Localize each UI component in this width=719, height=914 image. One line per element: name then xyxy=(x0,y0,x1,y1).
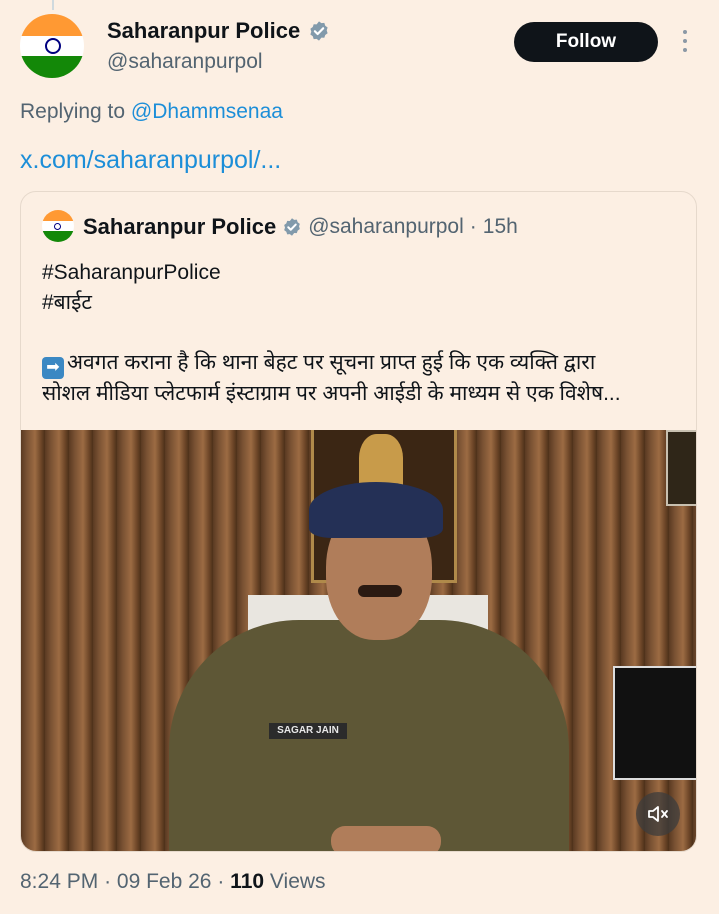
computer-monitor xyxy=(613,666,696,780)
officer-uniform xyxy=(169,620,569,851)
quote-header: Saharanpur Police @saharanpurpol · 15h xyxy=(83,214,518,240)
officer-hands xyxy=(331,826,441,851)
replying-to-link[interactable]: @Dhammsenaa xyxy=(131,100,283,123)
quote-separator: · xyxy=(469,215,477,238)
verified-badge-icon xyxy=(282,217,302,237)
quote-hashtag: #बाईट xyxy=(42,291,93,314)
quote-hashtag: #SaharanpurPolice xyxy=(42,261,221,284)
volume-mute-icon[interactable] xyxy=(636,792,680,836)
quote-author-avatar xyxy=(42,210,74,242)
right-arrow-emoji-icon: ➡ xyxy=(42,357,64,379)
views-count: 110 xyxy=(230,870,265,893)
video-thumbnail[interactable]: SAGAR JAIN xyxy=(21,430,696,851)
tweet-time[interactable]: 8:24 PM xyxy=(20,870,98,893)
quote-body: #SaharanpurPolice #बाईट ➡ अवगत कराना है क… xyxy=(42,258,682,409)
thread-line xyxy=(52,0,54,10)
quote-author-name: Saharanpur Police xyxy=(83,214,277,239)
tweet-meta: 8:24 PM · 09 Feb 26 · 110 Views xyxy=(20,870,326,894)
tweet-date[interactable]: 09 Feb 26 xyxy=(117,870,212,893)
follow-button[interactable]: Follow xyxy=(514,22,658,62)
wall-board xyxy=(666,430,696,506)
quote-body-line: अवगत कराना है कि थाना बेहट पर सूचना प्रा… xyxy=(67,351,596,374)
meta-separator: · xyxy=(104,870,112,893)
tweet-header: Saharanpur Police @saharanpurpol xyxy=(107,18,330,74)
officer-moustache xyxy=(358,585,402,597)
quote-author-handle: @saharanpurpol xyxy=(308,215,464,238)
officer-nameplate: SAGAR JAIN xyxy=(269,723,347,739)
views-label: Views xyxy=(269,870,326,893)
replying-to: Replying to @Dhammsenaa xyxy=(20,100,283,124)
meta-separator: · xyxy=(217,870,225,893)
author-avatar[interactable] xyxy=(20,14,84,78)
more-options-icon[interactable] xyxy=(680,30,690,52)
author-handle[interactable]: @saharanpurpol xyxy=(107,50,330,74)
tweet-link[interactable]: x.com/saharanpurpol/... xyxy=(20,146,281,175)
verified-badge-icon xyxy=(308,20,330,42)
replying-prefix: Replying to xyxy=(20,100,126,123)
officer-beret xyxy=(309,482,443,538)
author-name[interactable]: Saharanpur Police xyxy=(107,18,300,44)
quote-body-line: सोशल मीडिया प्लेटफार्म इंस्टाग्राम पर अप… xyxy=(42,382,621,405)
quote-time-ago: 15h xyxy=(482,215,518,238)
quoted-tweet[interactable]: Saharanpur Police @saharanpurpol · 15h #… xyxy=(20,191,697,852)
